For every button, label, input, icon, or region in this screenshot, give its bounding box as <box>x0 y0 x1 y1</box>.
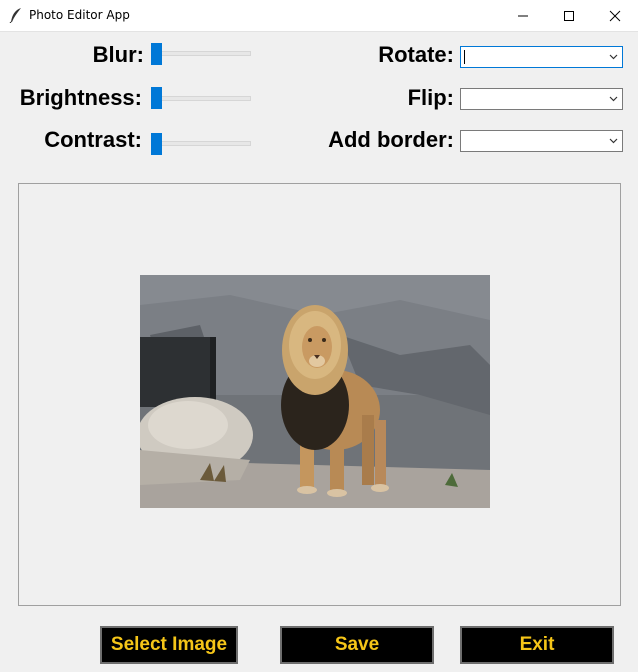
blur-slider-thumb[interactable] <box>151 43 162 65</box>
lion-photo <box>140 275 490 508</box>
select-image-button[interactable]: Select Image <box>100 626 238 664</box>
blur-slider-track[interactable] <box>160 51 251 56</box>
chevron-down-icon[interactable] <box>609 54 618 60</box>
maximize-icon <box>564 11 574 21</box>
rotate-combobox[interactable] <box>460 46 623 68</box>
minimize-icon <box>518 15 528 17</box>
add-border-label: Add border: <box>328 127 454 152</box>
image-canvas[interactable] <box>18 183 621 606</box>
rotate-label: Rotate: <box>378 42 454 67</box>
title-bar[interactable]: Photo Editor App <box>0 0 638 32</box>
maximize-button[interactable] <box>546 0 592 31</box>
window-title: Photo Editor App <box>29 8 130 22</box>
contrast-slider-track[interactable] <box>160 141 251 146</box>
exit-button[interactable]: Exit <box>460 626 614 664</box>
text-caret <box>464 50 465 64</box>
brightness-slider-thumb[interactable] <box>151 87 162 109</box>
flip-combobox[interactable] <box>460 88 623 110</box>
feather-icon <box>9 7 23 24</box>
minimize-button[interactable] <box>500 0 546 31</box>
flip-label: Flip: <box>407 85 454 110</box>
contrast-slider-thumb[interactable] <box>151 133 162 155</box>
brightness-label: Brightness: <box>19 85 142 110</box>
close-button[interactable] <box>592 0 638 31</box>
save-button[interactable]: Save <box>280 626 434 664</box>
blur-label: Blur: <box>92 42 144 67</box>
chevron-down-icon[interactable] <box>609 138 618 144</box>
chevron-down-icon[interactable] <box>609 96 618 102</box>
brightness-slider-track[interactable] <box>160 96 251 101</box>
add-border-combobox[interactable] <box>460 130 623 152</box>
close-icon <box>609 10 621 22</box>
contrast-label: Contrast: <box>44 127 142 152</box>
